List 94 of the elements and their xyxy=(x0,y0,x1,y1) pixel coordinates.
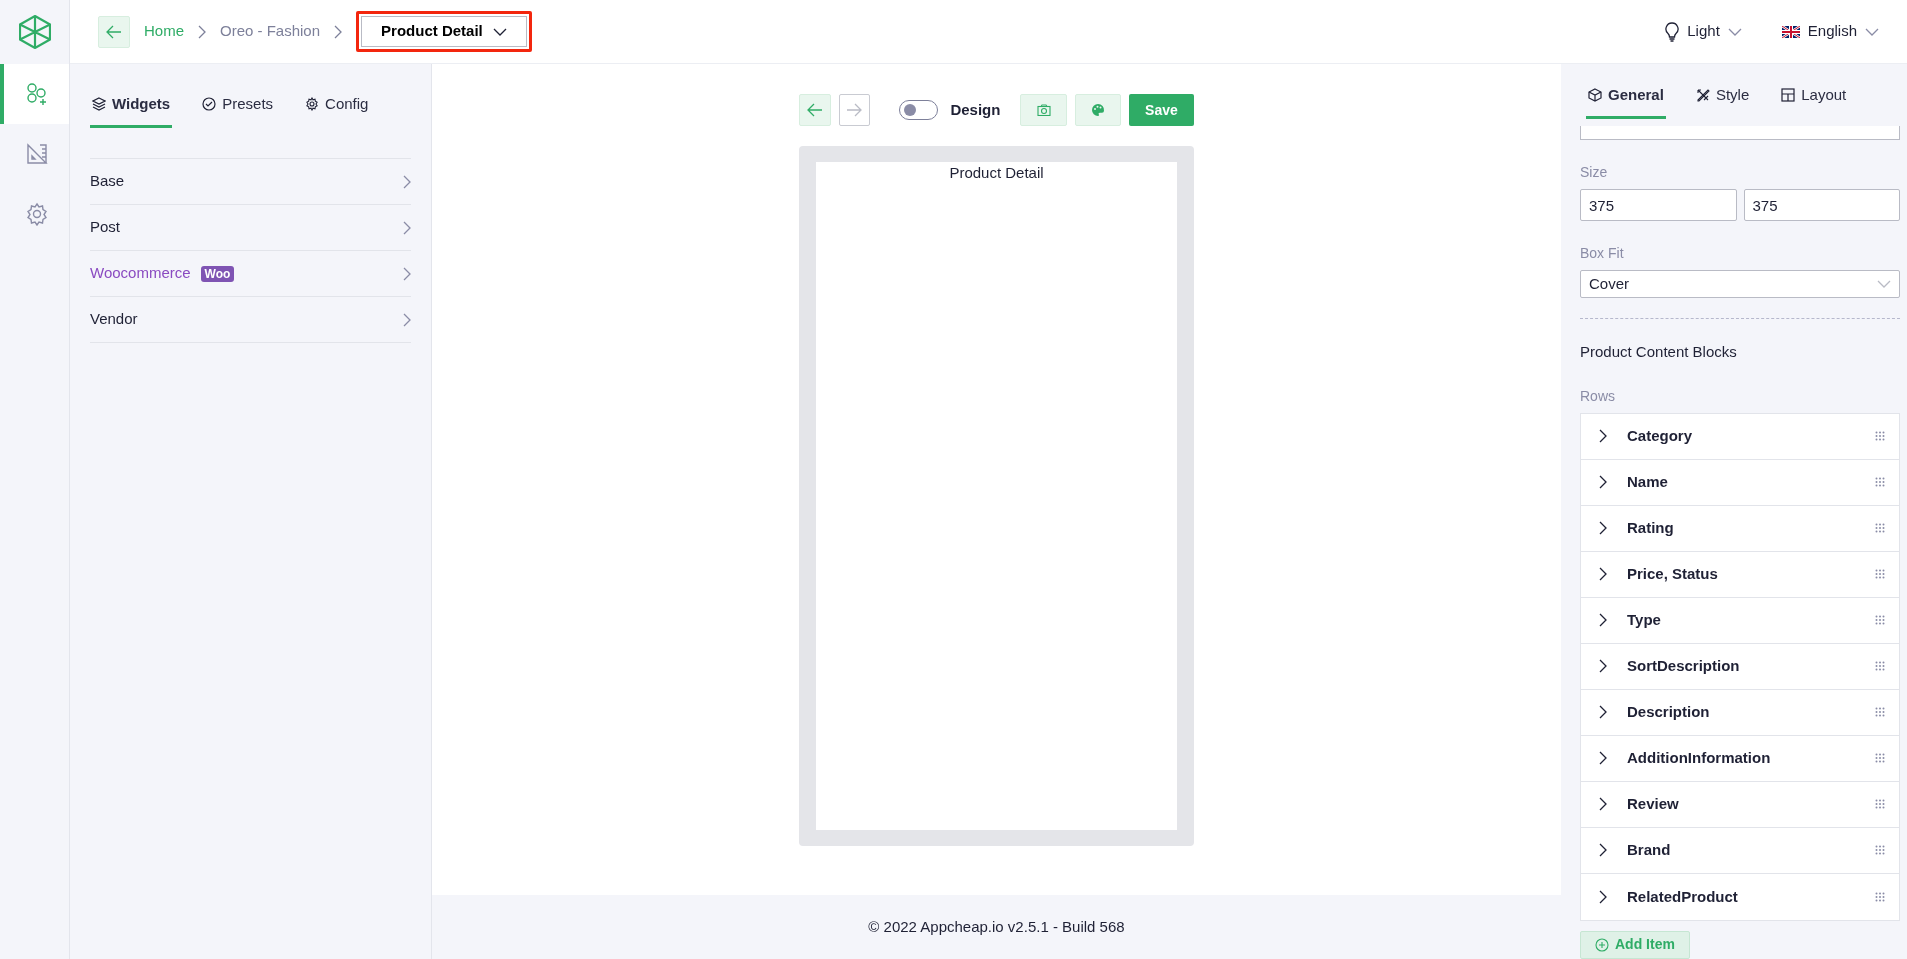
chevron-right-icon xyxy=(403,220,411,235)
drag-handle-icon xyxy=(1875,892,1885,902)
panel-tab[interactable]: Style xyxy=(1693,84,1752,120)
drag-handle-icon xyxy=(1875,431,1885,442)
content-block-row[interactable]: Name xyxy=(1581,460,1899,506)
language-dropdown[interactable]: English xyxy=(1781,20,1879,43)
undo-button[interactable] xyxy=(799,94,831,126)
drag-handle-icon xyxy=(1875,477,1885,488)
content-block-row[interactable]: SortDescription xyxy=(1581,644,1899,690)
theme-dropdown[interactable]: Light xyxy=(1665,20,1742,43)
breadcrumb-item: Oreo - Fashion xyxy=(220,21,321,42)
breadcrumb-separator-icon xyxy=(198,24,206,39)
screen-title: Product Detail xyxy=(948,163,1045,183)
widget-category-item[interactable]: Vendor xyxy=(90,297,411,343)
cube-icon xyxy=(1588,88,1602,103)
drag-handle-icon xyxy=(1875,523,1885,534)
panel-tab[interactable]: Widgets xyxy=(90,92,173,128)
expand-chevron-icon xyxy=(1599,890,1607,904)
height-input[interactable]: 375 xyxy=(1743,189,1900,222)
panel-tab[interactable]: General xyxy=(1586,84,1666,120)
add-shapes-icon xyxy=(24,82,49,106)
layout-icon xyxy=(1781,88,1796,103)
camera-icon xyxy=(1036,104,1051,116)
content-block-row[interactable]: Category xyxy=(1581,414,1899,460)
uk-flag-icon xyxy=(1781,25,1800,38)
expand-chevron-icon xyxy=(1599,751,1607,766)
chevron-right-icon xyxy=(403,174,411,189)
drag-handle-icon xyxy=(1875,707,1885,718)
expand-chevron-icon xyxy=(1599,705,1607,720)
breadcrumb-separator-icon xyxy=(334,24,343,39)
chevron-right-icon xyxy=(403,312,411,327)
sidebar-nav-item[interactable] xyxy=(0,64,69,124)
content-block-row[interactable]: AdditionInformation xyxy=(1581,736,1899,782)
page-dropdown[interactable]: Product Detail xyxy=(356,11,532,52)
expand-chevron-icon xyxy=(1599,797,1607,812)
drag-handle-icon xyxy=(1875,799,1885,810)
arrow-left-icon xyxy=(806,103,823,117)
chevron-down-icon xyxy=(1865,27,1879,36)
settings-icon xyxy=(24,202,49,226)
select-field[interactable] xyxy=(1580,126,1900,141)
section-title: Product Content Blocks xyxy=(1580,342,1738,363)
expand-chevron-icon xyxy=(1599,613,1607,628)
arrow-left-icon xyxy=(106,24,122,39)
widget-category-item[interactable]: Post xyxy=(90,205,411,251)
expand-chevron-icon xyxy=(1599,659,1607,674)
woo-logo-badge: Woo xyxy=(200,265,235,282)
design-toggle[interactable] xyxy=(899,100,939,120)
drag-handle-icon xyxy=(1875,569,1885,580)
expand-chevron-icon xyxy=(1599,843,1607,858)
field-label: Size xyxy=(1580,163,1609,183)
pencil-ruler-icon xyxy=(1695,88,1710,103)
palette-icon xyxy=(1090,103,1105,117)
expand-chevron-icon xyxy=(1599,567,1607,582)
drag-handle-icon xyxy=(1875,615,1885,626)
toggle-label: Design xyxy=(950,99,1001,120)
expand-chevron-icon xyxy=(1599,429,1607,444)
copyright-text: © 2022 Appcheap.io v2.5.1 - Build 568 xyxy=(868,916,1125,937)
box-fit-select[interactable]: Cover xyxy=(1580,270,1900,299)
drag-handle-icon xyxy=(1875,845,1885,856)
width-input[interactable]: 375 xyxy=(1580,189,1737,222)
content-block-row[interactable]: Type xyxy=(1581,598,1899,644)
content-block-row[interactable]: Brand xyxy=(1581,828,1899,874)
field-label: Box Fit xyxy=(1580,244,1625,264)
content-block-row[interactable]: Price, Status xyxy=(1581,552,1899,598)
layers-icon xyxy=(92,96,106,111)
chevron-down-icon xyxy=(1727,27,1742,36)
widget-category-item[interactable]: Base xyxy=(90,159,411,205)
plus-circle-icon xyxy=(1595,938,1609,952)
panel-tab[interactable]: Layout xyxy=(1779,84,1849,120)
panel-tab[interactable]: Presets xyxy=(200,92,276,128)
drag-handle-icon xyxy=(1875,753,1885,764)
settings-icon xyxy=(305,96,320,111)
drag-handle-icon xyxy=(1875,661,1885,672)
content-block-row[interactable]: RelatedProduct xyxy=(1581,874,1899,920)
appcheap-link[interactable]: Appcheap.io xyxy=(920,917,1004,935)
content-block-row[interactable]: Description xyxy=(1581,690,1899,736)
chevron-down-icon xyxy=(1877,280,1891,289)
check-circle-icon xyxy=(202,96,217,111)
chevron-down-icon xyxy=(492,27,507,36)
theme-button[interactable] xyxy=(1074,94,1121,126)
lightbulb-icon xyxy=(1665,21,1680,42)
cube-logo-icon xyxy=(18,15,51,49)
panel-tab[interactable]: Config xyxy=(303,92,371,128)
expand-chevron-icon xyxy=(1599,521,1607,536)
back-button[interactable] xyxy=(98,15,130,48)
content-block-row[interactable]: Rating xyxy=(1581,506,1899,552)
widget-category-item[interactable]: Woocommerce Woo xyxy=(90,251,411,297)
ruler-triangle-icon xyxy=(24,142,49,166)
arrow-right-icon xyxy=(846,103,863,117)
screenshot-button[interactable] xyxy=(1020,94,1067,126)
expand-chevron-icon xyxy=(1599,475,1607,490)
chevron-right-icon xyxy=(403,266,411,281)
field-label: Rows xyxy=(1580,387,1616,406)
content-block-row[interactable]: Review xyxy=(1581,782,1899,828)
